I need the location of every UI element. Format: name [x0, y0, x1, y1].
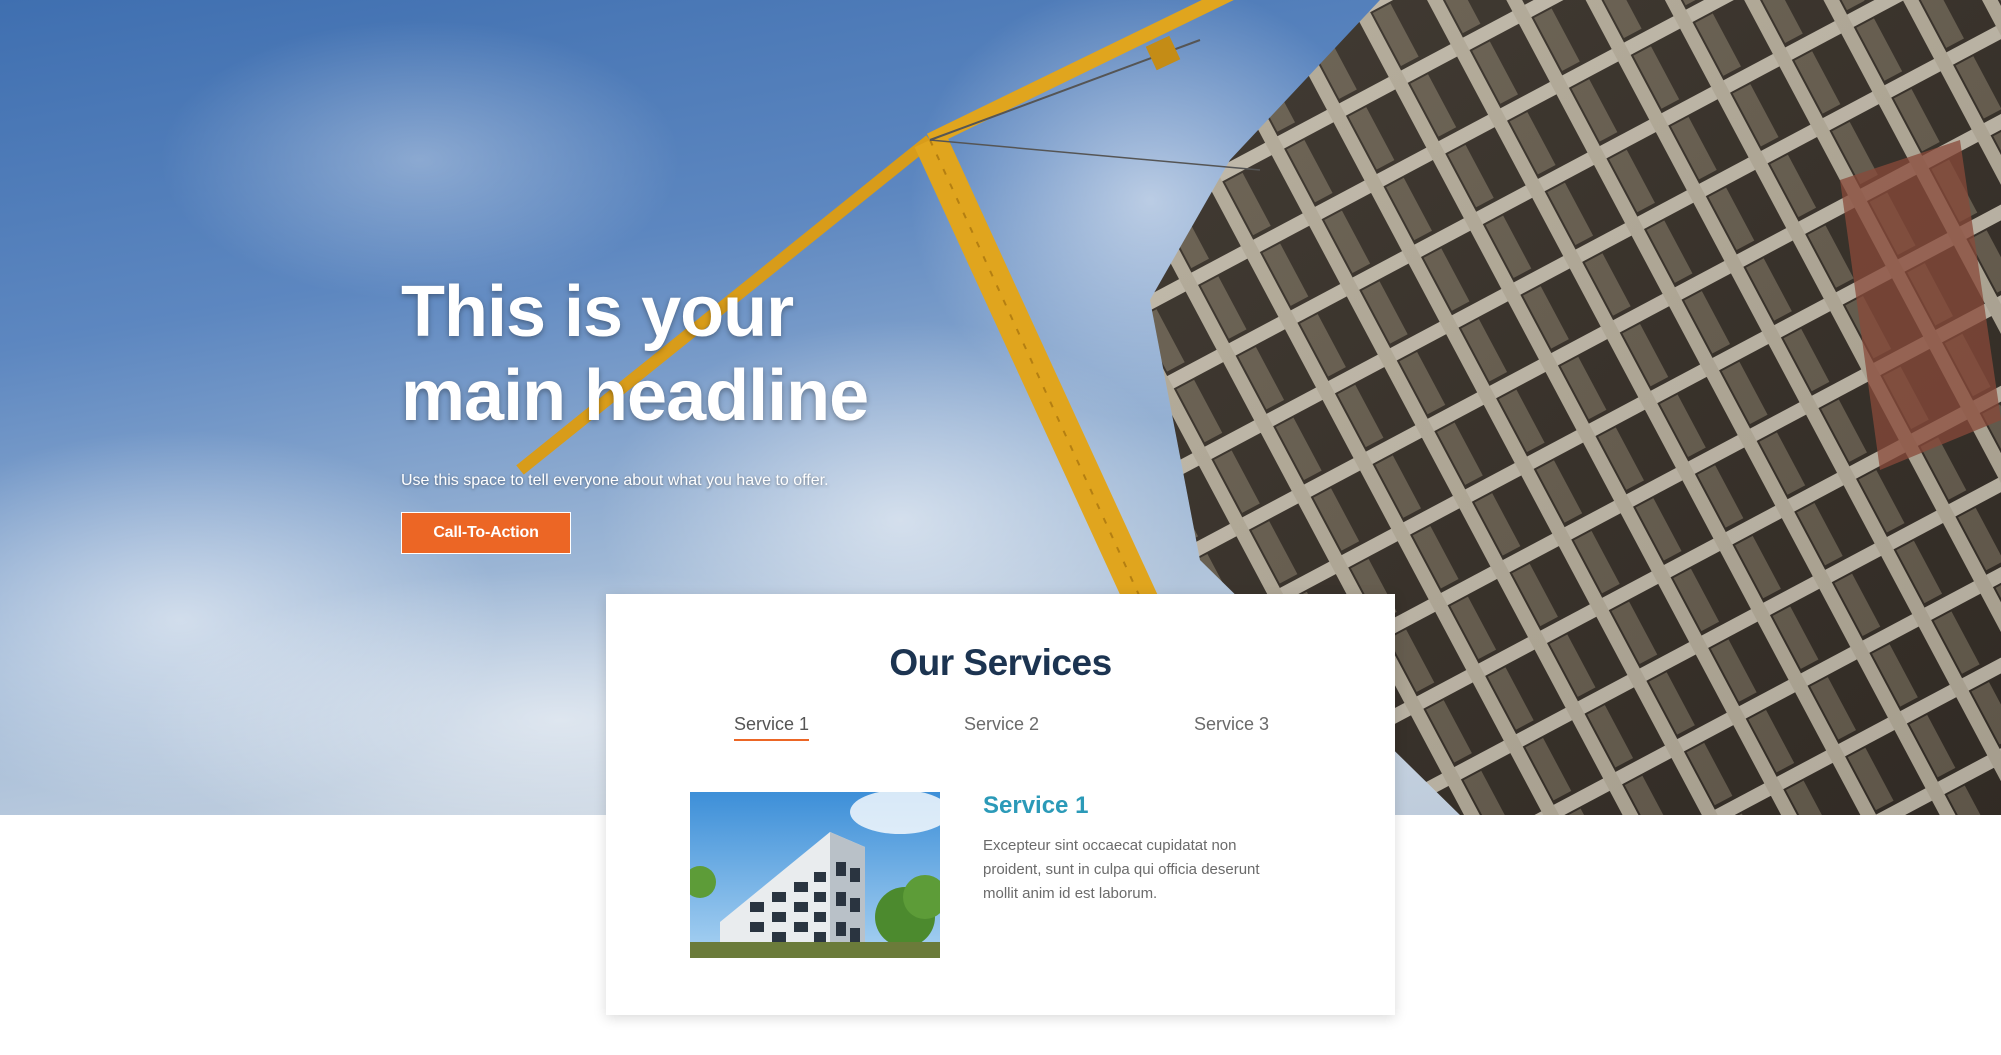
- service-panel-text: Excepteur sint occaecat cupidatat non pr…: [983, 837, 1260, 902]
- service-image: [690, 792, 940, 958]
- hero-subline: Use this space to tell everyone about wh…: [401, 472, 829, 489]
- tab-service-2[interactable]: Service 2: [964, 714, 1039, 739]
- tab-service-1[interactable]: Service 1: [734, 714, 810, 741]
- services-tabs: Service 1 Service 2 Service 3: [606, 714, 1395, 750]
- services-card: Our Services Service 1 Service 2 Service…: [606, 594, 1395, 1015]
- hero-content: This is your main headline Use this spac…: [401, 270, 961, 554]
- services-title: Our Services: [889, 642, 1112, 683]
- main-headline: This is your main headline: [401, 272, 869, 436]
- tab-service-3[interactable]: Service 3: [1194, 714, 1269, 739]
- service-panel-title: Service 1: [983, 792, 1089, 819]
- call-to-action-button[interactable]: Call-To-Action: [401, 512, 571, 554]
